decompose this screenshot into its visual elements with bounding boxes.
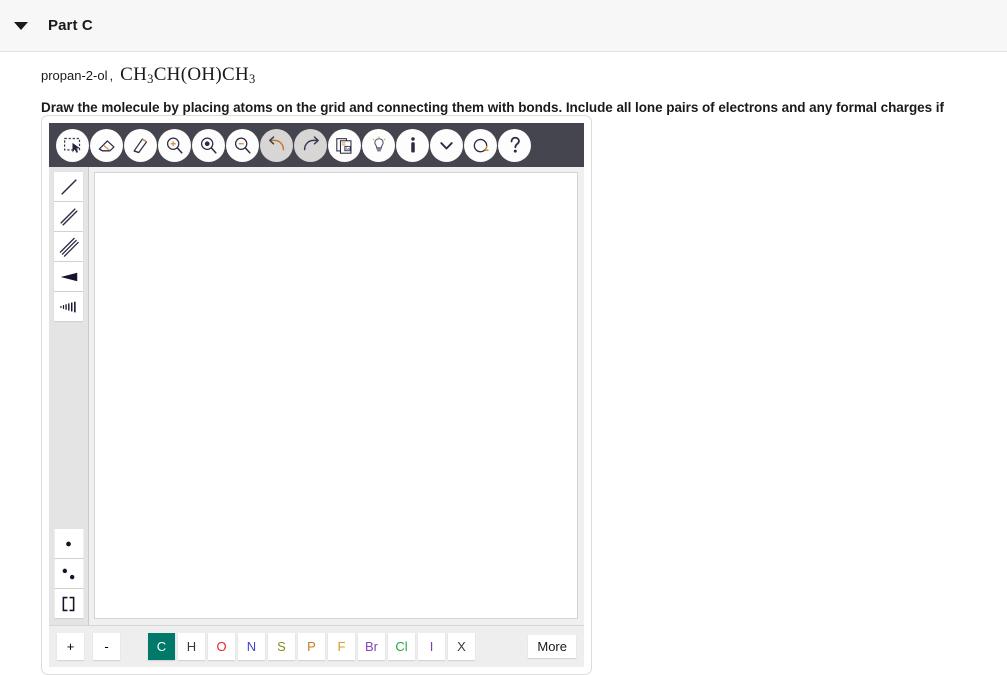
element-button-n[interactable]: N bbox=[238, 633, 265, 660]
hint-bulb-icon[interactable] bbox=[362, 128, 395, 162]
element-button-c[interactable]: C bbox=[148, 633, 175, 660]
element-button-p[interactable]: P bbox=[298, 633, 325, 660]
element-palette: + - C H O N S P F Br Cl I X More bbox=[49, 625, 584, 667]
part-header: Part C bbox=[0, 0, 1007, 52]
caret-down-icon[interactable] bbox=[14, 21, 28, 30]
zoom-out-icon[interactable] bbox=[226, 128, 259, 162]
zoom-fit-icon[interactable] bbox=[192, 128, 225, 162]
triple-bond-icon[interactable] bbox=[54, 232, 83, 261]
formula-subscript-2: 3 bbox=[249, 71, 256, 86]
compound-name: propan-2-ol bbox=[41, 68, 108, 83]
eraser-icon[interactable] bbox=[90, 128, 123, 162]
formula-subscript-1: 3 bbox=[147, 71, 154, 86]
double-bond-icon[interactable] bbox=[54, 202, 83, 231]
element-button-s[interactable]: S bbox=[268, 633, 295, 660]
bond-tool-panel bbox=[49, 167, 89, 625]
single-electron-icon[interactable] bbox=[54, 529, 83, 558]
element-button-br[interactable]: Br bbox=[358, 633, 385, 660]
svg-text:An: An bbox=[345, 147, 350, 151]
element-button-o[interactable]: O bbox=[208, 633, 235, 660]
canvas-container bbox=[89, 167, 584, 625]
editor-toolbar: An bbox=[49, 123, 584, 167]
element-button-f[interactable]: F bbox=[328, 633, 355, 660]
compound-line: propan-2-ol, CH3CH(OH)CH3 bbox=[41, 64, 1007, 87]
hash-bond-icon[interactable] bbox=[54, 292, 83, 321]
element-button-x[interactable]: X bbox=[448, 633, 475, 660]
copy-page-icon[interactable]: An bbox=[328, 128, 361, 162]
brackets-icon[interactable] bbox=[54, 589, 83, 618]
minus-charge-button[interactable]: - bbox=[93, 633, 120, 660]
wedge-bond-icon[interactable] bbox=[54, 262, 83, 291]
chevron-down-icon[interactable] bbox=[430, 128, 463, 162]
page-title: Part C bbox=[48, 17, 93, 34]
help-question-icon[interactable] bbox=[498, 128, 531, 162]
more-elements-button[interactable]: More bbox=[528, 635, 576, 658]
element-button-h[interactable]: H bbox=[178, 633, 205, 660]
single-bond-icon[interactable] bbox=[54, 172, 83, 201]
charge-button-group: + - bbox=[57, 633, 120, 660]
undo-icon[interactable] bbox=[260, 128, 293, 162]
reset-refresh-icon[interactable] bbox=[464, 128, 497, 162]
element-button-i[interactable]: I bbox=[418, 633, 445, 660]
formula-segment-1: CH bbox=[120, 64, 148, 85]
molecule-editor: An + - C H O N S P F Br Cl I X More bbox=[41, 115, 592, 675]
redo-icon[interactable] bbox=[294, 128, 327, 162]
compound-separator: , bbox=[109, 68, 114, 83]
zoom-in-icon[interactable] bbox=[158, 128, 191, 162]
element-button-cl[interactable]: Cl bbox=[388, 633, 415, 660]
select-lasso-icon[interactable] bbox=[56, 128, 89, 162]
element-button-group: C H O N S P F Br Cl I X bbox=[148, 633, 475, 660]
compound-formula: CH3CH(OH)CH3 bbox=[120, 64, 255, 87]
lone-pair-icon[interactable] bbox=[54, 559, 83, 588]
editor-workspace bbox=[49, 167, 584, 625]
info-icon[interactable] bbox=[396, 128, 429, 162]
formula-segment-2: CH(OH)CH bbox=[153, 64, 249, 85]
drawing-canvas[interactable] bbox=[94, 172, 578, 619]
plus-charge-button[interactable]: + bbox=[57, 633, 84, 660]
pencil-draw-icon[interactable] bbox=[124, 128, 157, 162]
